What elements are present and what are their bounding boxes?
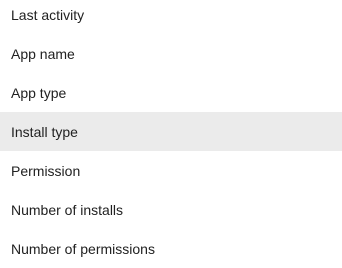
menu-item-app-type[interactable]: App type: [0, 73, 342, 112]
menu-item-number-of-installs[interactable]: Number of installs: [0, 190, 342, 229]
menu-item-permission[interactable]: Permission: [0, 151, 342, 190]
menu-item-number-of-permissions[interactable]: Number of permissions: [0, 229, 342, 268]
menu-item-install-type[interactable]: Install type: [0, 112, 342, 151]
menu-item-last-activity[interactable]: Last activity: [0, 0, 342, 34]
menu-item-app-name[interactable]: App name: [0, 34, 342, 73]
sort-options-menu: Last activity App name App type Install …: [0, 0, 342, 257]
